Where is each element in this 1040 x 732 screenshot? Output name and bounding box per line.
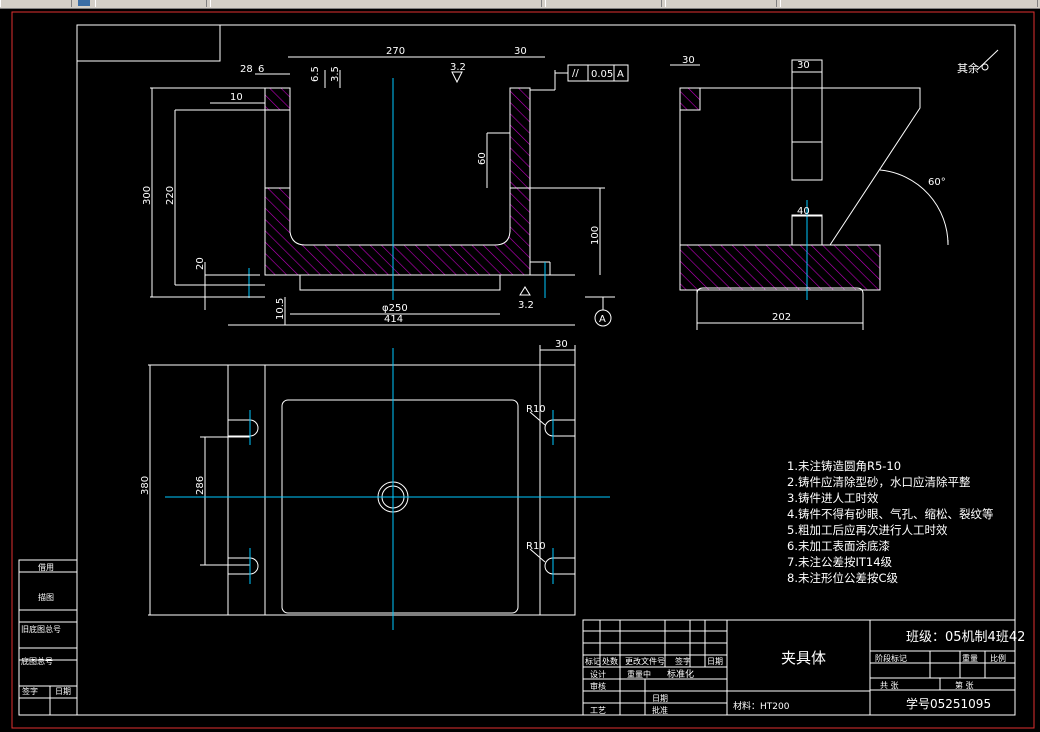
- weight-header: 重量: [962, 653, 978, 663]
- plan-centerlines: [165, 348, 610, 630]
- front-view: [150, 56, 629, 327]
- role-review: 审核: [590, 681, 606, 691]
- side-hatch-base: [679, 244, 881, 291]
- note-8: 8.未注形位公差按C级: [787, 571, 899, 585]
- dim-60: 60: [477, 152, 488, 165]
- dim-300: 300: [142, 186, 153, 205]
- plan-dim-380: 380: [140, 476, 151, 495]
- header-date: 日期: [707, 657, 723, 666]
- part-name: 夹具体: [781, 649, 826, 667]
- sheet-total: 共 张: [880, 681, 899, 690]
- datum-label: A: [599, 314, 606, 325]
- note-2: 2.铸件应清除型砂，水口应清除平整: [787, 475, 971, 489]
- dim-6: 6: [258, 64, 264, 75]
- parallel-symbol-icon: //: [572, 68, 579, 79]
- approve-weight: 重量中: [627, 669, 651, 679]
- toolbar-segment[interactable]: [545, 0, 662, 7]
- toolbar-segment[interactable]: [0, 0, 72, 7]
- dim-phi250: φ250: [382, 303, 408, 314]
- left-table-base-no: 底图总号: [21, 656, 53, 666]
- role-process: 工艺: [590, 706, 606, 715]
- plan-dim-r10-bottom: R10: [526, 541, 546, 552]
- note-6: 6.未加工表面涂底漆: [787, 539, 890, 553]
- header-doc: 更改文件号: [625, 656, 665, 666]
- material-label: 材料：HT200: [733, 700, 790, 712]
- sheet-index: 第 张: [955, 680, 974, 690]
- plan-view: [148, 345, 576, 616]
- note-4: 4.铸件不得有砂眼、气孔、缩松、裂纹等: [787, 507, 993, 521]
- plan-dim-286: 286: [195, 476, 206, 495]
- side-dim-mid: 40: [797, 206, 810, 217]
- dim-20: 20: [195, 257, 206, 270]
- dim-28: 28: [240, 64, 253, 75]
- dim-6-5: 6.5: [310, 66, 321, 82]
- approve-date: 日期: [652, 694, 668, 703]
- side-dim-top: 30: [797, 60, 810, 71]
- toolbar-app-icon[interactable]: [78, 0, 90, 6]
- tolerance-ref: A: [617, 69, 624, 80]
- side-view: [670, 49, 999, 330]
- left-table-sign: 签字: [22, 686, 38, 696]
- technical-notes: 1.未注铸造圆角R5-10 2.铸件应清除型砂，水口应清除平整 3.铸件进人工时…: [787, 459, 993, 585]
- dim-10: 10: [230, 92, 243, 103]
- tolerance-value: 0.05: [591, 69, 613, 80]
- dim-220: 220: [165, 186, 176, 205]
- side-dim-202: 202: [772, 312, 791, 323]
- toolbar-segment[interactable]: [665, 0, 777, 7]
- drawing-canvas[interactable]: 270 30 28 6 6.5 3.5 10 300 220 20 60 100…: [0, 8, 1040, 732]
- stage-mark: 阶段标记: [875, 653, 907, 663]
- header-mark: 标记: [585, 656, 601, 666]
- rest-roughness-label: 其余: [957, 61, 979, 75]
- role-design: 设计: [590, 669, 606, 679]
- class-label: 班级：05机制4班42: [906, 630, 1025, 645]
- side-hatch-top: [679, 87, 701, 111]
- dim-100: 100: [590, 226, 601, 245]
- plan-dim-r10-top: R10: [526, 404, 546, 415]
- left-table-date: 日期: [55, 687, 71, 696]
- header-sign: 签字: [675, 656, 691, 666]
- note-5: 5.粗加工后应再次进行人工时效: [787, 523, 948, 537]
- dim-30: 30: [514, 46, 527, 57]
- header-count: 处数: [602, 656, 618, 666]
- left-table-borrow: 借用: [38, 562, 54, 572]
- front-hatch-body: [264, 87, 531, 276]
- note-1: 1.未注铸造圆角R5-10: [787, 459, 901, 473]
- note-7: 7.未注公差按IT14级: [787, 555, 893, 569]
- toolbar-segment[interactable]: [210, 0, 542, 7]
- front-hatch-top-left: [264, 87, 291, 111]
- left-table-old-no: 旧底图总号: [21, 624, 61, 634]
- left-table-trace: 描图: [38, 592, 54, 602]
- toolbar-segment[interactable]: [780, 0, 1038, 7]
- note-3: 3.铸件进人工时效: [787, 491, 879, 505]
- dim-414: 414: [384, 314, 403, 325]
- toolbar-segment[interactable]: [95, 0, 207, 7]
- student-number: 学号05251095: [906, 696, 991, 711]
- dim-270: 270: [386, 46, 405, 57]
- code-box: [76, 24, 221, 62]
- dim-10-5: 10.5: [275, 298, 286, 320]
- approve-sign: 批准: [652, 705, 668, 715]
- side-dim-angle: 60°: [928, 177, 946, 188]
- plan-dim-30: 30: [555, 339, 568, 350]
- standardization-label: 标准化: [667, 668, 694, 680]
- scale-header: 比例: [990, 653, 1006, 663]
- drawing-frame: [76, 24, 1016, 716]
- dim-3-5: 3.5: [330, 66, 341, 82]
- plan-view-dims: 30 R10 R10 286 380: [140, 339, 568, 552]
- roughness-top: 3.2: [450, 62, 466, 73]
- side-dim-30: 30: [682, 55, 695, 66]
- roughness-bottom: 3.2: [518, 300, 534, 311]
- left-record-table-text: 借用 描图 旧底图总号 底图总号 签字 日期: [21, 562, 71, 696]
